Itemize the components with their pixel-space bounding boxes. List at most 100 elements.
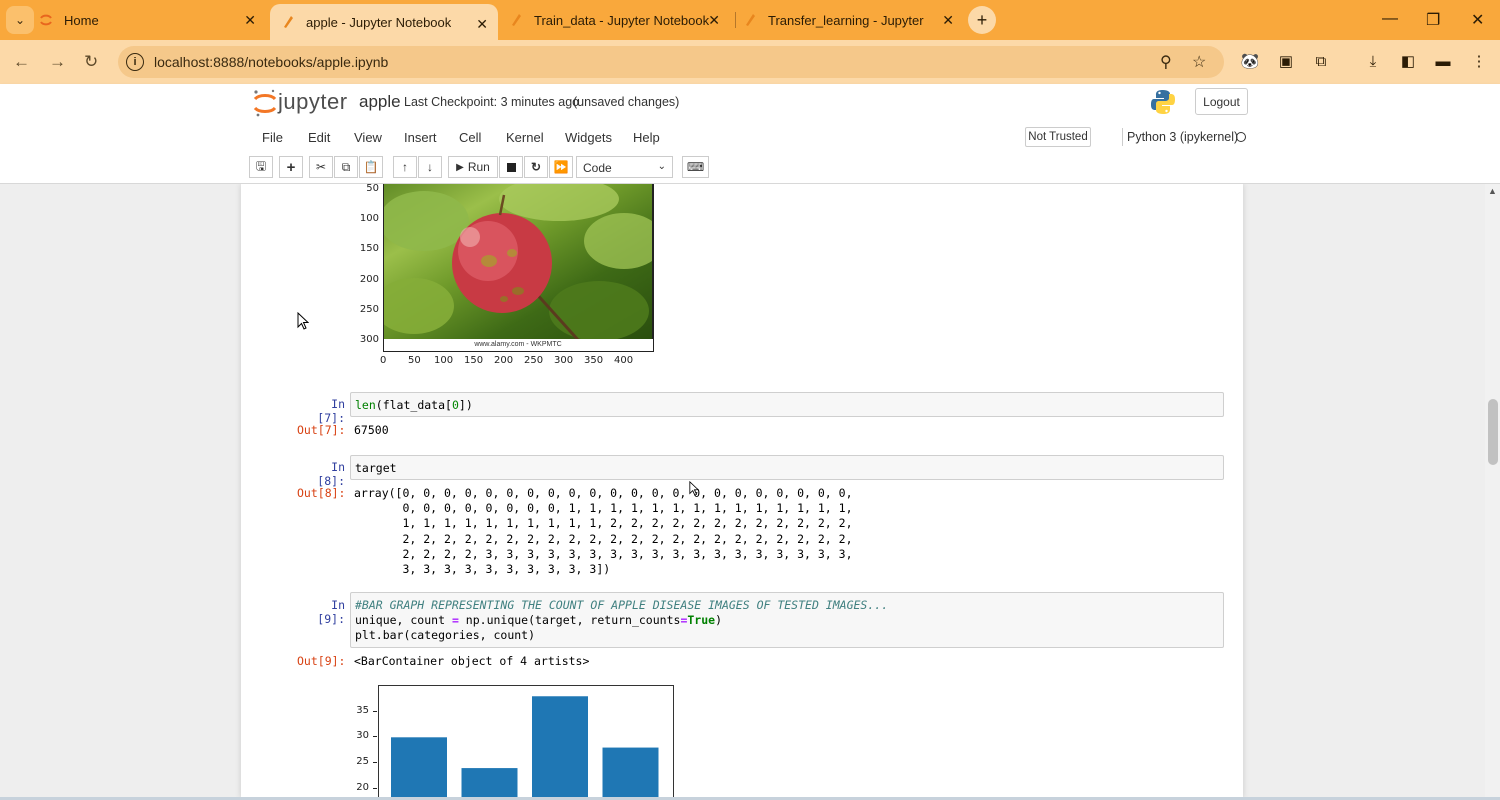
bar-3 (602, 747, 659, 798)
trust-status-button[interactable]: Not Trusted (1025, 127, 1091, 147)
tab-search-button[interactable]: ⌄ (6, 6, 34, 34)
y-tick-label: 100 (359, 213, 379, 224)
tab-transfer-learning-notebook[interactable]: Transfer_learning - Jupyter No ✕ (742, 0, 964, 40)
x-tick-label: 0 (380, 355, 387, 366)
x-tick-label: 150 (464, 355, 484, 366)
tab-separator (735, 12, 736, 28)
copy-button[interactable]: ⧉ (334, 156, 358, 178)
restart-button[interactable]: ↻ (524, 156, 548, 178)
menu-edit[interactable]: Edit (308, 130, 330, 145)
new-tab-button[interactable]: + (968, 6, 996, 34)
bar-chart-y-axis: 20 25 30 35 (341, 685, 377, 798)
cut-button[interactable]: ✂ (309, 156, 333, 178)
site-info-icon[interactable]: i (126, 53, 144, 71)
x-tick-label: 100 (434, 355, 454, 366)
bar-chart-svg (391, 696, 659, 798)
menu-kernel[interactable]: Kernel (506, 130, 544, 145)
extension-icon[interactable]: ▣ (1277, 52, 1295, 70)
code-token: ) (715, 613, 723, 627)
jupyter-wordmark[interactable]: jupyter (278, 89, 348, 115)
back-arrow-icon[interactable]: ← (13, 52, 30, 72)
zoom-icon[interactable]: ⚲ (1160, 52, 1172, 72)
copy-icon: ⧉ (341, 159, 351, 174)
bookmark-star-icon[interactable]: ☆ (1192, 52, 1206, 72)
code-text[interactable]: plt.bar(categories, count) (355, 628, 535, 642)
cell-output-text: <BarContainer object of 4 artists> (354, 654, 590, 668)
paste-button[interactable]: 📋 (359, 156, 383, 178)
browser-tab-bar: ⌄ Home ✕ apple - Jupyter Notebook ✕ Trai… (0, 0, 1500, 40)
keyboard-icon: ⌨ (686, 160, 705, 174)
reload-icon[interactable]: ↻ (84, 52, 98, 72)
panda-extension-icon[interactable]: 🐼 (1241, 52, 1260, 70)
restart-run-all-button[interactable]: ⏩ (549, 156, 573, 178)
scrollbar-thumb[interactable] (1488, 399, 1498, 465)
bar-2 (532, 696, 588, 798)
download-icon[interactable]: ⤓ (1364, 52, 1382, 70)
close-tab-icon[interactable]: ✕ (942, 12, 954, 29)
code-cell-input[interactable]: target (350, 455, 1224, 480)
menu-view[interactable]: View (354, 130, 382, 145)
code-text[interactable]: len(flat_data[0]) (355, 398, 473, 412)
profile-extension-icon[interactable]: ▬ (1434, 52, 1452, 70)
y-tick-label: 50 (366, 184, 379, 194)
menu-widgets[interactable]: Widgets (565, 130, 612, 145)
insert-cell-button[interactable]: + (279, 156, 303, 178)
code-cell-input[interactable]: len(flat_data[0]) (350, 392, 1224, 417)
code-text[interactable]: unique, count = np.unique(target, return… (355, 613, 722, 627)
notebook-name[interactable]: apple (359, 92, 401, 112)
save-button[interactable]: 🖫 (249, 156, 273, 178)
play-icon: ▶ (456, 161, 464, 173)
y-tick-label: 25 (356, 755, 369, 767)
cell-type-select[interactable]: Code ⌄ (576, 156, 673, 178)
mouse-pointer-icon (689, 481, 699, 496)
y-tick-label: 300 (359, 334, 379, 345)
x-tick-label: 250 (524, 355, 544, 366)
side-panel-icon[interactable]: ◧ (1399, 52, 1417, 70)
menu-insert[interactable]: Insert (404, 130, 437, 145)
interrupt-button[interactable] (499, 156, 523, 178)
code-comment[interactable]: #BAR GRAPH REPRESENTING THE COUNT OF APP… (355, 598, 888, 612)
image-axes-frame (383, 184, 654, 352)
restore-icon[interactable]: ❐ (1426, 10, 1440, 30)
cell-output-array: array([0, 0, 0, 0, 0, 0, 0, 0, 0, 0, 0, … (354, 486, 853, 577)
close-tab-icon[interactable]: ✕ (708, 12, 720, 29)
move-down-button[interactable]: ↓ (418, 156, 442, 178)
autosave-status: (unsaved changes) (573, 95, 680, 109)
move-up-button[interactable]: ↑ (393, 156, 417, 178)
y-tick-label: 200 (359, 274, 379, 285)
minimize-icon[interactable]: — (1382, 10, 1398, 28)
tab-apple-notebook[interactable]: apple - Jupyter Notebook ✕ (270, 4, 498, 40)
code-token: len (355, 398, 376, 412)
command-palette-button[interactable]: ⌨ (682, 156, 709, 178)
menu-cell[interactable]: Cell (459, 130, 481, 145)
cell-output-text: 67500 (354, 423, 389, 437)
code-text[interactable]: target (355, 461, 397, 475)
close-tab-icon[interactable]: ✕ (244, 12, 256, 29)
scroll-up-arrow-icon[interactable]: ▲ (1488, 186, 1497, 196)
input-prompt: In [9]: (317, 598, 345, 626)
image-output-plot: www.alamy.com - WKPMTC 50 100 150 200 25… (360, 184, 655, 366)
logout-button[interactable]: Logout (1195, 88, 1248, 115)
tab-home[interactable]: Home ✕ (38, 0, 266, 40)
puzzle-extensions-icon[interactable]: ⧉ (1312, 52, 1330, 70)
tab-train-data-notebook[interactable]: Train_data - Jupyter Notebook ✕ (508, 0, 730, 40)
y-tick-mark (373, 736, 377, 738)
notebook-container: www.alamy.com - WKPMTC 50 100 150 200 25… (241, 184, 1243, 798)
menu-file[interactable]: File (262, 130, 283, 145)
y-tick-label: 150 (359, 243, 379, 254)
run-button[interactable]: ▶ Run (448, 156, 498, 178)
close-tab-icon[interactable]: ✕ (476, 16, 488, 33)
menu-help[interactable]: Help (633, 130, 660, 145)
y-tick-label: 20 (356, 781, 369, 793)
code-cell-input[interactable]: #BAR GRAPH REPRESENTING THE COUNT OF APP… (350, 592, 1224, 648)
page-scrollbar[interactable]: ▲ (1485, 184, 1500, 798)
input-prompt: In [7]: (317, 397, 345, 425)
close-window-icon[interactable]: ✕ (1471, 10, 1484, 30)
url-text[interactable]: localhost:8888/notebooks/apple.ipynb (154, 54, 388, 70)
save-icon: 🖫 (255, 158, 267, 173)
kernel-idle-indicator-icon (1236, 132, 1246, 142)
kernel-name[interactable]: Python 3 (ipykernel) (1127, 130, 1238, 144)
url-field[interactable]: i localhost:8888/notebooks/apple.ipynb ⚲… (118, 46, 1224, 78)
browser-menu-icon[interactable]: ⋮ (1470, 52, 1488, 70)
forward-arrow-icon[interactable]: → (49, 52, 66, 72)
